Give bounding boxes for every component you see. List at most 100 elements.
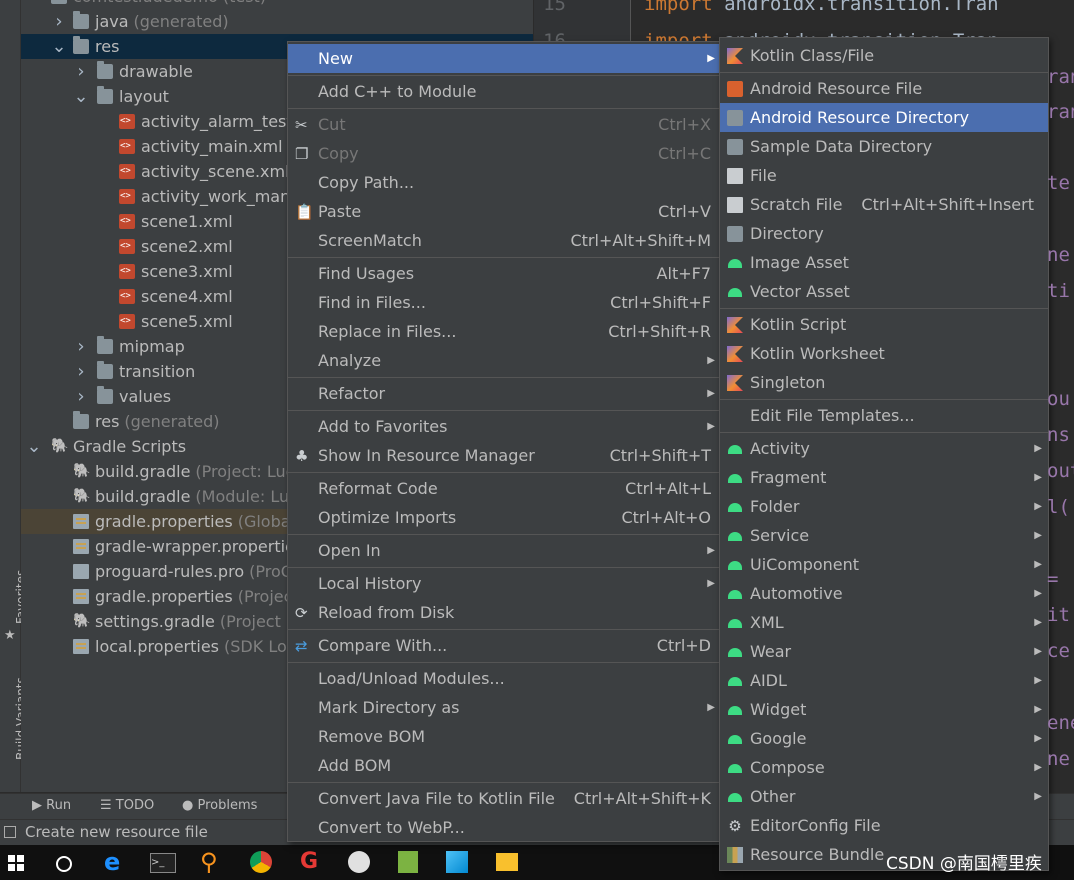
xml-icon xyxy=(119,164,135,179)
chevron-right-icon[interactable]: › xyxy=(73,59,89,84)
edge-browser-icon[interactable]: e xyxy=(104,849,130,875)
menu-item-kotlin-worksheet[interactable]: Kotlin Worksheet xyxy=(720,339,1048,368)
search-tool-icon[interactable]: ⚲ xyxy=(200,849,226,875)
menu-item-analyze[interactable]: Analyze ▶ xyxy=(288,346,721,375)
menu-item-automotive[interactable]: Automotive ▶ xyxy=(720,579,1048,608)
search-icon[interactable] xyxy=(56,856,72,872)
menu-item-label: Sample Data Directory xyxy=(750,137,933,156)
menu-item-kotlin-class-file[interactable]: Kotlin Class/File xyxy=(720,41,1048,70)
menu-item-cut[interactable]: ✂ Cut Ctrl+X xyxy=(288,110,721,139)
menu-item-add-c-to-module[interactable]: Add C++ to Module xyxy=(288,77,721,106)
menu-item-label: New xyxy=(318,49,353,68)
menu-item-add-to-favorites[interactable]: Add to Favorites ▶ xyxy=(288,412,721,441)
menu-item-find-in-files[interactable]: Find in Files... Ctrl+Shift+F xyxy=(288,288,721,317)
menu-item-local-history[interactable]: Local History ▶ xyxy=(288,569,721,598)
chevron-right-icon[interactable]: › xyxy=(73,384,89,409)
android-studio-icon[interactable] xyxy=(348,851,370,873)
menu-item-label: Show In Resource Manager xyxy=(318,446,535,465)
menu-item-find-usages[interactable]: Find Usages Alt+F7 xyxy=(288,259,721,288)
menu-item-edit-file-templates[interactable]: Edit File Templates... xyxy=(720,401,1048,430)
menu-item-load-unload-modules[interactable]: Load/Unload Modules... xyxy=(288,664,721,693)
keyword: import xyxy=(644,0,713,15)
photos-icon[interactable] xyxy=(446,851,468,873)
menu-item-android-resource-directory[interactable]: Android Resource Directory xyxy=(720,103,1048,132)
menu-item-editorconfig-file[interactable]: ⚙ EditorConfig File xyxy=(720,811,1048,840)
run-tool-button[interactable]: ▶ Run xyxy=(32,798,71,813)
terminal-icon[interactable]: >_ xyxy=(150,853,176,873)
build-variants-tab[interactable]: Build Variants xyxy=(0,660,28,770)
menu-item-folder[interactable]: Folder ▶ xyxy=(720,492,1048,521)
submenu-arrow-icon: ▶ xyxy=(707,421,715,432)
menu-item-show-in-resource-manager[interactable]: ♣ Show In Resource Manager Ctrl+Shift+T xyxy=(288,441,721,470)
menu-item-reformat-code[interactable]: Reformat Code Ctrl+Alt+L xyxy=(288,474,721,503)
menu-item-kotlin-script[interactable]: Kotlin Script xyxy=(720,310,1048,339)
menu-item-android-resource-file[interactable]: Android Resource File xyxy=(720,74,1048,103)
folder-icon xyxy=(727,226,743,242)
menu-item-screenmatch[interactable]: ScreenMatch Ctrl+Alt+Shift+M xyxy=(288,226,721,255)
menu-item-copy-path[interactable]: Copy Path... xyxy=(288,168,721,197)
file-icon xyxy=(727,168,743,184)
menu-item-add-bom[interactable]: Add BOM xyxy=(288,751,721,780)
menu-item-copy[interactable]: ❐ Copy Ctrl+C xyxy=(288,139,721,168)
tree-item[interactable]: comtestludedemo (test) xyxy=(21,0,533,9)
menu-item-shortcut: Alt+F7 xyxy=(656,264,711,283)
menu-item-singleton[interactable]: Singleton xyxy=(720,368,1048,397)
chrome-icon[interactable] xyxy=(250,851,272,873)
tree-item-hint: (Module: Lud xyxy=(195,487,300,506)
menu-item-refactor[interactable]: Refactor ▶ xyxy=(288,379,721,408)
menu-item-label: Load/Unload Modules... xyxy=(318,669,505,688)
menu-item-scratch-file[interactable]: Scratch File Ctrl+Alt+Shift+Insert xyxy=(720,190,1048,219)
menu-item-wear[interactable]: Wear ▶ xyxy=(720,637,1048,666)
menu-item-reload-from-disk[interactable]: ⟳ Reload from Disk xyxy=(288,598,721,627)
tree-item[interactable]: › java (generated) xyxy=(21,9,533,34)
tree-item-label: gradle.properties (Project xyxy=(95,584,299,609)
menu-item-xml[interactable]: XML ▶ xyxy=(720,608,1048,637)
problems-tool-button[interactable]: ● Problems xyxy=(182,798,257,813)
menu-item-mark-directory-as[interactable]: Mark Directory as ▶ xyxy=(288,693,721,722)
menu-item-compose[interactable]: Compose ▶ xyxy=(720,753,1048,782)
menu-item-directory[interactable]: Directory xyxy=(720,219,1048,248)
chevron-right-icon[interactable]: › xyxy=(51,9,67,34)
menu-item-service[interactable]: Service ▶ xyxy=(720,521,1048,550)
chevron-down-icon[interactable]: ⌄ xyxy=(26,434,42,459)
tree-item-label: scene3.xml xyxy=(141,259,233,284)
menu-item-image-asset[interactable]: Image Asset xyxy=(720,248,1048,277)
menu-item-other[interactable]: Other ▶ xyxy=(720,782,1048,811)
app-g-icon[interactable]: G xyxy=(300,849,326,875)
folder-icon xyxy=(73,411,89,429)
android-icon xyxy=(728,648,742,657)
folder-icon xyxy=(73,36,89,54)
menu-item-open-in[interactable]: Open In ▶ xyxy=(288,536,721,565)
submenu-arrow-icon: ▶ xyxy=(1034,617,1042,628)
file-explorer-icon[interactable] xyxy=(496,853,518,871)
menu-item-aidl[interactable]: AIDL ▶ xyxy=(720,666,1048,695)
menu-item-sample-data-directory[interactable]: Sample Data Directory xyxy=(720,132,1048,161)
menu-item-optimize-imports[interactable]: Optimize Imports Ctrl+Alt+O xyxy=(288,503,721,532)
menu-item-convert-to-webp[interactable]: Convert to WebP... xyxy=(288,813,721,842)
chevron-right-icon[interactable]: › xyxy=(73,359,89,384)
chevron-down-icon[interactable]: ⌄ xyxy=(73,84,89,109)
todo-tool-button[interactable]: ☰ TODO xyxy=(100,798,154,813)
menu-item-replace-in-files[interactable]: Replace in Files... Ctrl+Shift+R xyxy=(288,317,721,346)
chevron-right-icon[interactable]: › xyxy=(73,334,89,359)
tree-item-name: transition xyxy=(119,362,196,381)
menu-item-convert-java-file-to-kotlin-file[interactable]: Convert Java File to Kotlin File Ctrl+Alt… xyxy=(288,784,721,813)
chevron-down-icon[interactable]: ⌄ xyxy=(51,34,67,59)
menu-item-fragment[interactable]: Fragment ▶ xyxy=(720,463,1048,492)
notepad-icon[interactable] xyxy=(398,851,418,873)
menu-item-activity[interactable]: Activity ▶ xyxy=(720,434,1048,463)
menu-item-uicomponent[interactable]: UiComponent ▶ xyxy=(720,550,1048,579)
status-toggle-icon[interactable] xyxy=(4,826,16,838)
menu-item-file[interactable]: File xyxy=(720,161,1048,190)
menu-item-new[interactable]: New ▶ xyxy=(288,44,721,73)
tree-item-name: local.properties xyxy=(95,637,220,656)
code-fragment: l( xyxy=(1047,496,1070,518)
windows-start-icon[interactable] xyxy=(8,855,24,871)
menu-item-remove-bom[interactable]: Remove BOM xyxy=(288,722,721,751)
menu-item-widget[interactable]: Widget ▶ xyxy=(720,695,1048,724)
menu-item-compare-with[interactable]: ⇄ Compare With... Ctrl+D xyxy=(288,631,721,660)
menu-item-paste[interactable]: 📋 Paste Ctrl+V xyxy=(288,197,721,226)
menu-item-google[interactable]: Google ▶ xyxy=(720,724,1048,753)
menu-item-vector-asset[interactable]: Vector Asset xyxy=(720,277,1048,306)
menu-item-shortcut: Ctrl+Alt+Shift+M xyxy=(570,231,711,250)
